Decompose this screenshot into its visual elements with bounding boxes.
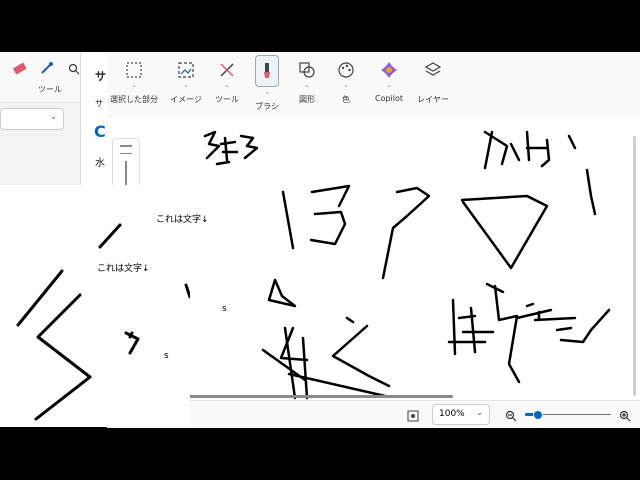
copilot-icon <box>379 60 399 80</box>
zoom-slider-thumb[interactable] <box>533 410 543 420</box>
brush-icon <box>255 55 279 87</box>
zoom-out-icon[interactable] <box>505 407 517 426</box>
brush-label: ブラシ <box>255 102 279 111</box>
layers-label: レイヤー <box>417 95 449 104</box>
color-label: 色 <box>342 95 350 104</box>
selection-icon <box>124 60 144 80</box>
shapes-icon <box>297 60 317 80</box>
brush-size-icon <box>120 145 132 154</box>
eraser-icon[interactable] <box>12 60 28 79</box>
brush-button[interactable]: ⌄ ブラシ <box>247 52 287 118</box>
color-button[interactable]: ⌄ 色 <box>326 52 366 118</box>
selection-label: 選択した部分 <box>110 95 158 104</box>
layers-button[interactable]: レイヤー <box>413 52 453 118</box>
image-button[interactable]: ⌄ イメージ <box>166 52 206 118</box>
layers-icon <box>423 60 443 80</box>
tools-button[interactable]: ⌄ ツール <box>207 52 247 118</box>
fit-to-window-icon[interactable] <box>407 407 419 426</box>
background-dropdown[interactable]: ⌄ <box>0 108 64 130</box>
background-tools-label: ツール <box>38 85 62 94</box>
brush-size-slider[interactable] <box>125 161 127 187</box>
vertical-scrollbar[interactable] <box>633 136 636 396</box>
tools-icon <box>217 60 237 80</box>
shapes-label: 図形 <box>299 95 315 104</box>
chevron-down-icon: ⌄ <box>304 81 310 89</box>
zoom-level: 100% <box>439 409 465 419</box>
panel-char-4: 水 <box>95 158 105 169</box>
magnifier-icon[interactable] <box>68 60 80 79</box>
chevron-down-icon: ⌄ <box>50 112 57 121</box>
chevron-down-icon: ⌄ <box>386 81 392 89</box>
selection-button[interactable]: ⌄ 選択した部分 <box>110 52 158 118</box>
copilot-label: Copilot <box>374 94 404 103</box>
chevron-down-icon: ⌄ <box>131 81 137 89</box>
chevron-down-icon: ⌄ <box>183 81 189 89</box>
panel-char-3: C <box>94 122 106 141</box>
panel-char-2: サ <box>95 99 103 108</box>
overlay-s-2: s <box>222 304 227 314</box>
image-icon <box>176 60 196 80</box>
overlay-text-2: これは文字↓ <box>97 264 150 274</box>
zoom-in-icon[interactable] <box>619 407 631 426</box>
horizontal-scrollbar[interactable] <box>189 395 453 398</box>
overlay-canvas: これは文字↓ これは文字↓ s <box>0 185 209 427</box>
ribbon-toolbar: ⌄ 選択した部分 ⌄ イメージ ⌄ ツール ⌄ ブラシ ⌄ 図形 ⌄ 色 ⌄ C… <box>107 52 640 119</box>
chevron-down-icon: ⌄ <box>476 408 483 417</box>
overlay-text-1: これは文字↓ <box>156 215 209 225</box>
color-picker-icon[interactable] <box>40 60 54 79</box>
copilot-button[interactable]: ⌄ Copilot <box>369 52 409 118</box>
tools-label: ツール <box>215 95 239 104</box>
chevron-down-icon: ⌄ <box>343 81 349 89</box>
chevron-down-icon: ⌄ <box>264 88 270 96</box>
overlay-s-1: s <box>164 351 169 361</box>
panel-char-1: サ <box>95 70 106 83</box>
chevron-down-icon: ⌄ <box>224 81 230 89</box>
palette-icon <box>336 60 356 80</box>
zoom-slider-track[interactable] <box>543 414 611 415</box>
zoom-dropdown[interactable]: 100% ⌄ <box>432 404 490 425</box>
image-label: イメージ <box>170 95 202 104</box>
shapes-button[interactable]: ⌄ 図形 <box>287 52 327 118</box>
brush-size-panel[interactable] <box>112 138 140 190</box>
